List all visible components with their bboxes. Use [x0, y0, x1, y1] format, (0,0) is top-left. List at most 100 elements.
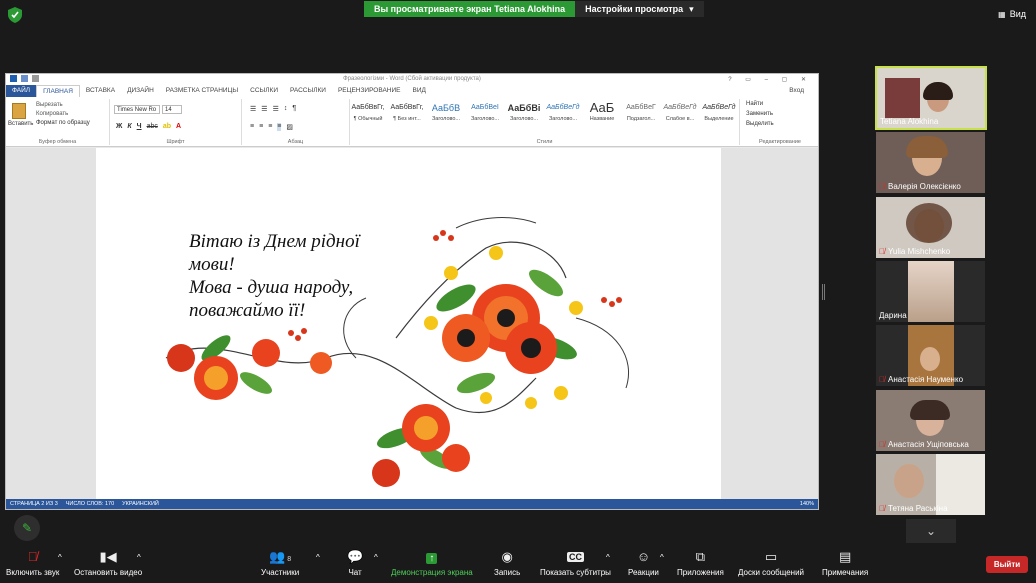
- justify-icon[interactable]: ≡: [277, 123, 282, 131]
- styles-group-label: Стили: [536, 139, 553, 145]
- font-name-select[interactable]: Times New Ro: [114, 105, 160, 114]
- tab-insert[interactable]: ВСТАВКА: [80, 85, 121, 97]
- cut-button[interactable]: Вырезать: [36, 102, 90, 108]
- tab-view[interactable]: ВИД: [406, 85, 431, 97]
- multilevel-list-icon[interactable]: ☰: [273, 105, 279, 113]
- participant-name-label: Анастасія Науменко: [888, 375, 964, 384]
- numbering-icon[interactable]: ☰: [261, 105, 267, 113]
- shared-word-window[interactable]: Фразеологізми - Word (Сбой активации про…: [5, 73, 819, 510]
- leave-button[interactable]: Выйти: [986, 556, 1028, 573]
- participant-tile[interactable]: Дарина: [876, 261, 985, 322]
- participant-tile[interactable]: 🎙̸ Тетяна Раськіна: [876, 454, 985, 515]
- quick-access-toolbar: [10, 75, 39, 82]
- video-camera-icon: ▮◀: [99, 549, 117, 564]
- view-button[interactable]: ▦ Вид: [998, 9, 1026, 19]
- document-area[interactable]: Вітаю із Днем рідної мови! Мова - душа н…: [6, 148, 818, 500]
- sign-in-link[interactable]: Вход: [783, 85, 818, 97]
- tab-review[interactable]: РЕЦЕНЗИРОВАНИЕ: [332, 85, 407, 97]
- annotate-pen-icon[interactable]: ✎: [14, 515, 40, 541]
- whiteboards-button[interactable]: ▭ Доски сообщений: [738, 549, 804, 577]
- word-logo-icon: [10, 75, 17, 82]
- participant-name: 🎙̸ Yulia Mishchenko: [879, 247, 950, 256]
- participant-tile[interactable]: 🎙̸ Yulia Mishchenko: [876, 197, 985, 258]
- chat-button[interactable]: 💬 Чат: [347, 549, 363, 577]
- participant-tile[interactable]: Tetiana Alokhina: [875, 66, 987, 130]
- meeting-toolbar: 🎙̸ Включить звук ^ ▮◀ Остановить видео ^…: [0, 545, 1036, 583]
- unmute-label: Включить звук: [6, 568, 60, 577]
- record-button[interactable]: ◉ Запись: [494, 549, 520, 577]
- participant-name-label: Анастасія Ущіповська: [888, 440, 969, 449]
- tab-design[interactable]: ДИЗАЙН: [121, 85, 160, 97]
- grid-icon: ▦: [998, 9, 1006, 19]
- chevron-up-icon[interactable]: ^: [58, 553, 62, 562]
- ribbon-tabs: ФАЙЛ ГЛАВНАЯ ВСТАВКА ДИЗАЙН РАЗМЕТКА СТР…: [6, 84, 818, 98]
- view-settings-button[interactable]: Настройки просмотра ▾: [575, 1, 704, 17]
- participant-name: Дарина: [879, 311, 907, 320]
- highlight-button[interactable]: ab: [163, 123, 171, 130]
- paste-button[interactable]: Вставить: [8, 121, 33, 127]
- muted-mic-icon: 🎙̸: [879, 182, 885, 191]
- share-banner: Вы просматриваете экран Tetiana Alokhina…: [364, 1, 704, 17]
- document-page[interactable]: Вітаю із Днем рідної мови! Мова - душа н…: [96, 148, 721, 500]
- chevron-down-icon[interactable]: ⌄: [906, 519, 956, 543]
- participants-label: Участники: [261, 568, 300, 577]
- align-right-icon[interactable]: ≡: [268, 123, 272, 131]
- greeting-line: Мова - душа народу,: [189, 277, 354, 298]
- chevron-up-icon[interactable]: ^: [316, 553, 320, 562]
- chevron-up-icon[interactable]: ^: [606, 553, 610, 562]
- chevron-up-icon[interactable]: ^: [660, 553, 664, 562]
- ribbon: Вставить Вырезать Копировать Формат по о…: [6, 97, 818, 147]
- reactions-button[interactable]: ☺ Реакции: [628, 549, 659, 577]
- muted-mic-icon: 🎙̸: [879, 440, 885, 449]
- share-screen-button[interactable]: ↑ Демонстрация экрана: [391, 549, 473, 577]
- participant-tile[interactable]: 🎙̸ Анастасія Науменко: [876, 325, 985, 386]
- chevron-up-icon[interactable]: ^: [374, 553, 378, 562]
- word-count[interactable]: ЧИСЛО СЛОВ: 170: [66, 501, 114, 507]
- unmute-button[interactable]: 🎙̸ Включить звук: [6, 549, 59, 577]
- tab-references[interactable]: ССЫЛКИ: [244, 85, 284, 97]
- align-left-icon[interactable]: ≡: [250, 123, 254, 131]
- zoom-level[interactable]: 140%: [800, 501, 818, 507]
- participant-tile[interactable]: 🎙̸ Анастасія Ущіповська: [876, 390, 985, 451]
- top-bar: Вы просматриваете экран Tetiana Alokhina…: [0, 0, 1036, 30]
- notes-button[interactable]: ▤ Примечания: [822, 549, 868, 577]
- chevron-up-icon[interactable]: ^: [137, 553, 141, 562]
- bullets-icon[interactable]: ☰: [250, 105, 256, 113]
- save-icon[interactable]: [21, 75, 28, 82]
- notes-icon: ▤: [838, 549, 852, 564]
- italic-button[interactable]: К: [127, 123, 131, 130]
- shield-icon[interactable]: [8, 7, 22, 23]
- copy-button[interactable]: Копировать: [36, 111, 90, 117]
- chat-bubble-icon: 💬: [347, 549, 364, 564]
- strikethrough-button[interactable]: abc: [147, 123, 158, 130]
- participants-button[interactable]: 👥 8 Участники: [261, 549, 299, 577]
- participant-tile[interactable]: 🎙̸ Валерія Олексієнко: [876, 132, 985, 193]
- view-button-label: Вид: [1009, 9, 1026, 19]
- bold-button[interactable]: Ж: [116, 123, 122, 130]
- paste-icon[interactable]: [12, 103, 26, 119]
- undo-icon[interactable]: [32, 75, 39, 82]
- format-painter-button[interactable]: Формат по образцу: [36, 120, 90, 126]
- tab-layout[interactable]: РАЗМЕТКА СТРАНИЦЫ: [160, 85, 244, 97]
- underline-button[interactable]: Ч: [137, 123, 142, 130]
- tab-file[interactable]: ФАЙЛ: [6, 85, 37, 97]
- font-size-select[interactable]: 14: [162, 105, 182, 114]
- font-color-button[interactable]: A: [176, 123, 181, 130]
- stop-video-button[interactable]: ▮◀ Остановить видео: [74, 549, 142, 577]
- participant-name: 🎙̸ Анастасія Науменко: [879, 375, 963, 384]
- tab-home[interactable]: ГЛАВНАЯ: [36, 84, 80, 98]
- tab-mailings[interactable]: РАССЫЛКИ: [284, 85, 332, 97]
- list-buttons: ☰ ☰ ☰ ↕ ¶: [250, 105, 296, 113]
- page-indicator[interactable]: СТРАНИЦА 2 ИЗ 3: [10, 501, 58, 507]
- muted-mic-icon: 🎙̸: [879, 375, 885, 384]
- muted-mic-icon: 🎙̸: [879, 247, 885, 256]
- align-center-icon[interactable]: ≡: [259, 123, 263, 131]
- font-group-label: Шрифт: [166, 139, 185, 145]
- subtitles-button[interactable]: CC Показать субтитры: [540, 549, 611, 577]
- panel-resize-handle[interactable]: [822, 284, 825, 300]
- shading-icon[interactable]: ▨: [286, 123, 293, 131]
- sort-icon[interactable]: ↕: [284, 105, 288, 113]
- language-indicator[interactable]: УКРАИНСКИЙ: [122, 501, 159, 507]
- apps-button[interactable]: ⧉ Приложения: [677, 549, 724, 577]
- pilcrow-icon[interactable]: ¶: [292, 105, 296, 113]
